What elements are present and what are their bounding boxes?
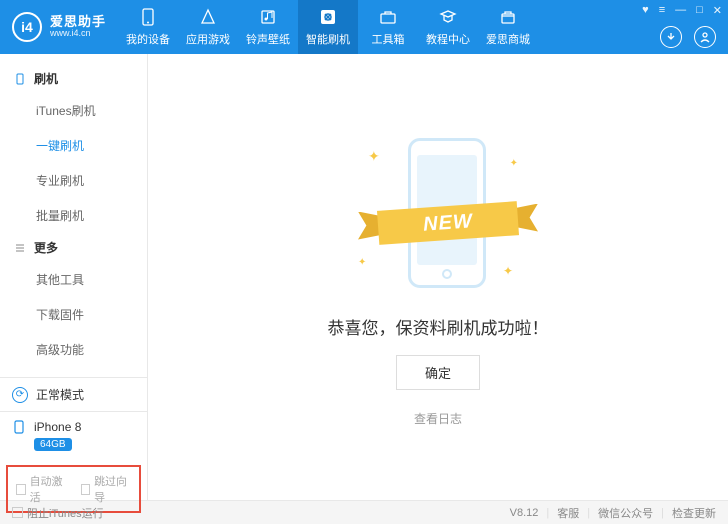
settings-icon[interactable]: ≡ <box>659 4 665 17</box>
store-icon <box>498 7 518 27</box>
wechat-link[interactable]: 微信公众号 <box>598 505 653 521</box>
block-itunes-checkbox[interactable]: 阻止iTunes运行 <box>12 505 104 521</box>
app-url: www.i4.cn <box>50 29 106 39</box>
menu-icon[interactable]: ♥ <box>642 4 649 17</box>
sidebar-item-other-tools[interactable]: 其他工具 <box>0 262 147 297</box>
toolbox-icon <box>378 7 398 27</box>
tutorial-icon <box>438 7 458 27</box>
sidebar-item-itunes-flash[interactable]: iTunes刷机 <box>0 93 147 128</box>
app-header: i4 爱思助手 www.i4.cn 我的设备 应用游戏 铃声壁纸 智能刷机 工具… <box>0 0 728 54</box>
nav-my-device[interactable]: 我的设备 <box>118 0 178 54</box>
download-icon[interactable] <box>660 26 682 48</box>
apps-icon <box>198 7 218 27</box>
nav-label: 我的设备 <box>126 31 170 47</box>
check-update-link[interactable]: 检查更新 <box>672 505 716 521</box>
nav-ringtones[interactable]: 铃声壁纸 <box>238 0 298 54</box>
checkbox-label: 跳过向导 <box>94 473 131 505</box>
sidebar-item-batch-flash[interactable]: 批量刷机 <box>0 198 147 233</box>
main-content: ✦ ✦ ✦ ✦ NEW 恭喜您，保资料刷机成功啦！ 确定 查看日志 <box>148 54 728 500</box>
ribbon-text: NEW <box>377 201 519 245</box>
sidebar-group-flash[interactable]: 刷机 <box>0 64 147 93</box>
nav-label: 智能刷机 <box>306 31 350 47</box>
sidebar-item-oneclick-flash[interactable]: 一键刷机 <box>0 128 147 163</box>
auto-activate-checkbox[interactable]: 自动激活 <box>16 473 67 505</box>
device-icon <box>138 7 158 27</box>
device-mode-status[interactable]: ⟳ 正常模式 <box>0 377 147 411</box>
nav-label: 铃声壁纸 <box>246 31 290 47</box>
header-actions <box>660 26 716 48</box>
nav-label: 爱思商城 <box>486 31 530 47</box>
flash-icon <box>318 7 338 27</box>
success-message: 恭喜您，保资料刷机成功啦！ <box>328 314 549 339</box>
checkbox-label: 阻止iTunes运行 <box>27 505 104 521</box>
checkbox-label: 自动激活 <box>30 473 67 505</box>
status-label: 正常模式 <box>36 386 84 403</box>
checkbox-icon <box>12 507 23 518</box>
group-label: 刷机 <box>34 70 58 87</box>
checkbox-icon <box>81 484 91 495</box>
nav-label: 教程中心 <box>426 31 470 47</box>
nav-apps[interactable]: 应用游戏 <box>178 0 238 54</box>
support-link[interactable]: 客服 <box>557 505 579 521</box>
more-icon <box>14 242 26 254</box>
sidebar: 刷机 iTunes刷机 一键刷机 专业刷机 批量刷机 更多 其他工具 下载固件 … <box>0 54 148 500</box>
sidebar-group-more[interactable]: 更多 <box>0 233 147 262</box>
nav-flash[interactable]: 智能刷机 <box>298 0 358 54</box>
app-title: 爱思助手 <box>50 15 106 29</box>
confirm-button[interactable]: 确定 <box>396 355 480 390</box>
nav-tutorials[interactable]: 教程中心 <box>418 0 478 54</box>
minimize-icon[interactable]: — <box>675 4 686 17</box>
sidebar-item-pro-flash[interactable]: 专业刷机 <box>0 163 147 198</box>
logo-area: i4 爱思助手 www.i4.cn <box>0 12 118 42</box>
maximize-icon[interactable]: □ <box>696 4 703 17</box>
top-nav: 我的设备 应用游戏 铃声壁纸 智能刷机 工具箱 教程中心 爱思商城 <box>118 0 538 54</box>
star-icon: ✦ <box>503 264 513 278</box>
view-log-link[interactable]: 查看日志 <box>414 410 462 427</box>
close-icon[interactable]: ✕ <box>713 4 722 17</box>
user-icon[interactable] <box>694 26 716 48</box>
phone-mini-icon <box>12 420 26 434</box>
logo-icon: i4 <box>12 12 42 42</box>
checkbox-icon <box>16 484 26 495</box>
nav-label: 应用游戏 <box>186 31 230 47</box>
device-name: iPhone 8 <box>34 420 81 434</box>
star-icon: ✦ <box>510 158 518 169</box>
skip-wizard-checkbox[interactable]: 跳过向导 <box>81 473 132 505</box>
ringtone-icon <box>258 7 278 27</box>
nav-tools[interactable]: 工具箱 <box>358 0 418 54</box>
group-label: 更多 <box>34 239 58 256</box>
nav-label: 工具箱 <box>372 31 405 47</box>
storage-badge: 64GB <box>34 438 72 451</box>
version-label: V8.12 <box>510 507 539 519</box>
device-info[interactable]: iPhone 8 64GB <box>0 411 147 459</box>
success-illustration: ✦ ✦ ✦ ✦ NEW <box>338 128 538 298</box>
star-icon: ✦ <box>358 257 366 268</box>
nav-store[interactable]: 爱思商城 <box>478 0 538 54</box>
ribbon-graphic: NEW <box>358 198 538 248</box>
refresh-icon: ⟳ <box>12 387 28 403</box>
star-icon: ✦ <box>368 148 380 165</box>
sidebar-item-download-firmware[interactable]: 下载固件 <box>0 297 147 332</box>
window-controls: ♥ ≡ — □ ✕ <box>642 4 722 17</box>
sidebar-item-advanced[interactable]: 高级功能 <box>0 332 147 367</box>
phone-icon <box>14 73 26 85</box>
